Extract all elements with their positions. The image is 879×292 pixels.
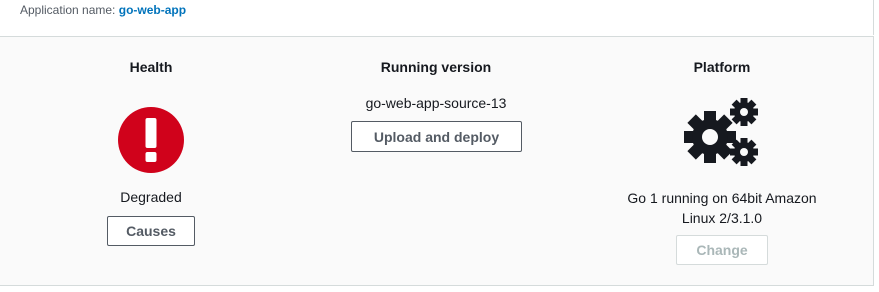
health-status: Degraded xyxy=(120,189,182,205)
upload-and-deploy-button[interactable]: Upload and deploy xyxy=(351,121,522,152)
application-name-link[interactable]: go-web-app xyxy=(119,3,186,17)
application-name-label: Application name: xyxy=(20,3,116,17)
exclamation-circle-icon xyxy=(118,107,184,173)
running-version-title: Running version xyxy=(380,59,492,75)
environment-overview-card: Health Degraded Causes Running version g… xyxy=(0,36,874,286)
platform-title: Platform xyxy=(693,59,751,75)
platform-line-2: Linux 2/3.1.0 xyxy=(681,210,763,226)
health-title: Health xyxy=(129,59,173,75)
running-version-value: go-web-app-source-13 xyxy=(365,95,507,111)
change-platform-button[interactable]: Change xyxy=(676,235,768,265)
application-name: Application name: go-web-app xyxy=(20,3,186,17)
platform-line-1: Go 1 running on 64bit Amazon xyxy=(627,190,817,206)
causes-button[interactable]: Causes xyxy=(107,216,195,246)
gears-icon xyxy=(684,98,758,166)
app-header: Application name: go-web-app xyxy=(0,0,874,35)
platform-description: Go 1 running on 64bit Amazon Linux 2/3.1… xyxy=(600,188,844,228)
